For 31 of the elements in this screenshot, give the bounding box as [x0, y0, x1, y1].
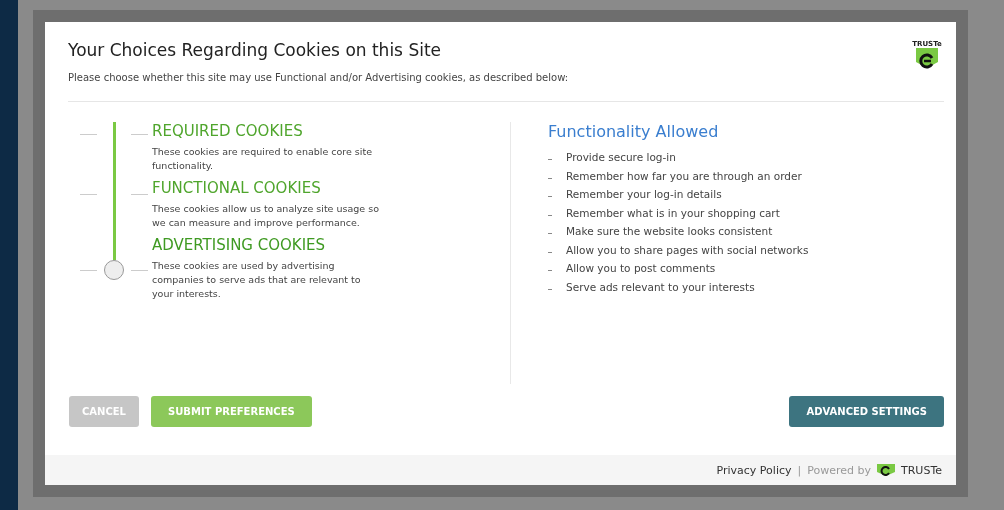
dash-icon	[548, 196, 552, 197]
dialog-subtitle: Please choose whether this site may use Functional and/or Advertising cookies, as described below:	[68, 72, 569, 83]
functionality-heading: Functionality Allowed	[548, 122, 720, 141]
functionality-item: Serve ads relevant to your interests	[566, 280, 755, 295]
cookie-level-description: These cookies allow us to analyze site usage so we can measure and improve performance.	[152, 202, 380, 230]
dialog-title: Your Choices Regarding Cookies on this Site	[68, 40, 443, 60]
functionality-item: Remember how far you are through an order	[566, 169, 802, 184]
cookie-level-description: These cookies are used by advertising companies to serve ads that are relevant to your interests.	[152, 259, 362, 301]
separator: |	[797, 463, 802, 477]
brand-text: TRUSTe	[901, 463, 942, 477]
advanced-settings-button[interactable]: ADVANCED SETTINGS	[789, 396, 944, 427]
cookie-level-title: ADVERTISING COOKIES	[152, 236, 327, 254]
functionality-item: Remember what is in your shopping cart	[566, 206, 780, 221]
functionality-item: Make sure the website looks consistent	[566, 225, 773, 239]
dash-icon	[548, 270, 552, 271]
dash-icon	[548, 251, 552, 253]
dash-icon	[548, 159, 552, 160]
powered-by-text: Powered by	[807, 463, 871, 477]
functionality-item: Remember your log-in details	[566, 188, 722, 202]
dash-icon	[548, 233, 552, 234]
functionality-item: Allow you to post comments	[566, 262, 716, 276]
truste-logo-icon	[877, 464, 895, 476]
dash-icon	[548, 177, 552, 179]
cookie-level-description: These cookies are required to enable core site functionality.	[152, 145, 374, 173]
functionality-item: Provide secure log-in	[566, 151, 676, 165]
dash-icon	[548, 288, 552, 290]
dash-icon	[548, 214, 552, 216]
cookie-level-title: FUNCTIONAL COOKIES	[152, 179, 322, 197]
privacy-policy-link[interactable]: Privacy Policy	[716, 463, 792, 477]
cookie-level-title: REQUIRED COOKIES	[152, 122, 304, 140]
functionality-item: Allow you to share pages with social networks	[566, 243, 809, 258]
